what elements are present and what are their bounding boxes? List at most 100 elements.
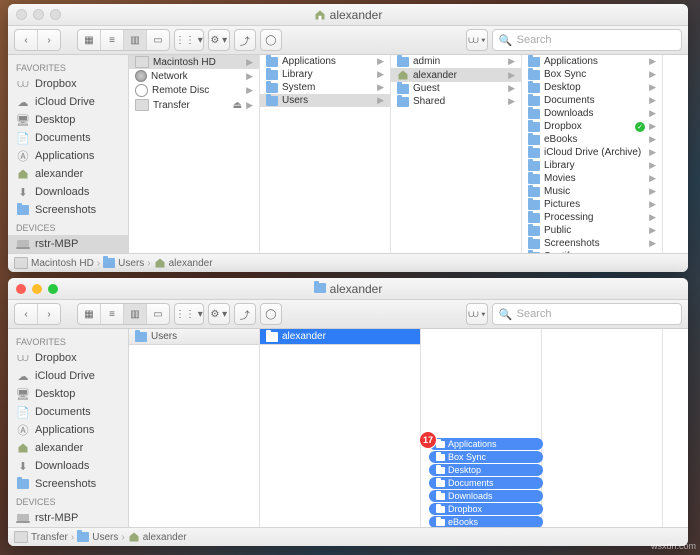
folder-icon — [528, 174, 540, 184]
folder-icon — [17, 205, 29, 215]
sidebar-item[interactable]: ⩊Dropbox — [8, 75, 128, 93]
column-item[interactable]: Library▶ — [260, 68, 390, 81]
path-segment[interactable]: Transfer — [14, 531, 68, 543]
search-field[interactable]: 🔍 Search — [492, 29, 682, 51]
applications-icon: Ⓐ — [18, 148, 29, 164]
search-field[interactable]: 🔍 Search — [492, 303, 682, 325]
sidebar-item[interactable]: ☁iCloud Drive — [8, 93, 128, 111]
sidebar-item[interactable]: 📄Documents — [8, 129, 128, 147]
column-item[interactable]: Network▶ — [129, 69, 259, 83]
gallery-view-button[interactable]: ▭ — [147, 30, 169, 50]
globe-icon — [135, 70, 147, 82]
icon-view-button[interactable]: ▦ — [78, 304, 101, 324]
sidebar-item-label: iCloud Drive — [35, 96, 95, 108]
column-item[interactable]: eBooks▶ — [522, 133, 662, 146]
mac-icon — [16, 239, 30, 249]
titlebar[interactable]: alexander — [8, 278, 688, 300]
path-segment[interactable]: Users — [77, 532, 118, 543]
column-item[interactable]: Screenshots▶ — [522, 237, 662, 250]
sidebar-item[interactable]: ⒶApplications — [8, 421, 128, 439]
sidebar-item[interactable]: ⩊Dropbox — [8, 349, 128, 367]
column-view-button[interactable]: ▥ — [124, 30, 147, 50]
column-item[interactable]: Pictures▶ — [522, 198, 662, 211]
dropbox-button[interactable]: ⩊ ▾ — [466, 29, 488, 51]
chevron-right-icon: ▶ — [649, 82, 656, 93]
item-label: Movies — [544, 173, 645, 184]
sidebar-item[interactable]: Screenshots — [8, 201, 128, 219]
drag-stack[interactable]: 17 ApplicationsBox SyncDesktopDocumentsD… — [429, 437, 543, 527]
folder-icon — [266, 70, 278, 80]
action-button[interactable]: ⚙ ▾ — [208, 303, 230, 325]
column-header[interactable]: alexander — [260, 329, 420, 345]
window-body: Favorites⩊Dropbox☁iCloud Drive🖥Desktop📄D… — [8, 329, 688, 527]
item-label: Guest — [413, 83, 504, 94]
tags-button[interactable]: ◯ — [260, 303, 282, 325]
action-button[interactable]: ⚙ ▾ — [208, 29, 230, 51]
home-icon — [17, 442, 29, 454]
dropbox-icon: ⩊ — [17, 352, 28, 365]
column-item[interactable]: Processing▶ — [522, 211, 662, 224]
chevron-right-icon: ▶ — [649, 173, 656, 184]
column-item[interactable]: Guest▶ — [391, 82, 521, 95]
sidebar-item[interactable]: Screenshots — [8, 475, 128, 493]
path-segment[interactable]: Users — [103, 258, 144, 269]
column-item[interactable]: Movies ▶ — [522, 172, 662, 185]
back-button[interactable]: ‹ — [15, 304, 38, 324]
forward-button[interactable]: › — [38, 304, 60, 324]
column-item[interactable]: Downloads▶ — [522, 107, 662, 120]
icon-view-button[interactable]: ▦ — [78, 30, 101, 50]
column-item[interactable]: alexander▶ — [391, 68, 521, 82]
column-item[interactable]: Documents▶ — [522, 94, 662, 107]
back-button[interactable]: ‹ — [15, 30, 38, 50]
titlebar[interactable]: alexander — [8, 4, 688, 26]
forward-button[interactable]: › — [38, 30, 60, 50]
sidebar-item[interactable]: 📄Documents — [8, 403, 128, 421]
sidebar-item[interactable]: ⒶApplications — [8, 147, 128, 165]
column-item[interactable]: System▶ — [260, 81, 390, 94]
column-item[interactable]: Desktop▶ — [522, 81, 662, 94]
path-segment[interactable]: alexander — [154, 257, 213, 269]
list-view-button[interactable]: ≡ — [101, 304, 124, 324]
column-item[interactable]: admin▶ — [391, 55, 521, 68]
column-item[interactable]: Music▶ — [522, 185, 662, 198]
arrange-button[interactable]: ⋮⋮ ▾ — [174, 29, 204, 51]
sidebar-item[interactable]: ⬇Downloads — [8, 457, 128, 475]
tags-button[interactable]: ◯ — [260, 29, 282, 51]
column-item[interactable]: Dropbox✓▶ — [522, 120, 662, 133]
column-view-button[interactable]: ▥ — [124, 304, 147, 324]
sidebar-item[interactable]: rstr-MBP — [8, 235, 128, 253]
arrange-button[interactable]: ⋮⋮ ▾ — [174, 303, 204, 325]
column-item[interactable]: Public▶ — [522, 224, 662, 237]
drag-item: Downloads — [429, 490, 543, 502]
path-segment[interactable]: alexander — [128, 531, 187, 543]
sidebar-item[interactable]: rstr-MBP — [8, 509, 128, 527]
column-item[interactable]: Transfer⏏▶ — [129, 98, 259, 112]
column-item[interactable]: iCloud Drive (Archive)▶ — [522, 146, 662, 159]
sidebar-item[interactable]: 🖥Desktop — [8, 111, 128, 129]
item-label: admin — [413, 56, 504, 67]
list-view-button[interactable]: ≡ — [101, 30, 124, 50]
column-item[interactable]: Macintosh HD▶ — [129, 55, 259, 69]
sidebar-item[interactable]: 🖥Desktop — [8, 385, 128, 403]
share-button[interactable]: ⤴ — [234, 29, 256, 51]
eject-icon[interactable]: ⏏ — [233, 100, 242, 111]
column-item[interactable]: Remote Disc▶ — [129, 83, 259, 98]
hd-icon — [135, 99, 149, 111]
chevron-right-icon: ▶ — [377, 69, 384, 80]
sidebar-item[interactable]: ⬇Downloads — [8, 183, 128, 201]
column-item[interactable]: Box Sync▶ — [522, 68, 662, 81]
column-item[interactable]: Applications▶ — [260, 55, 390, 68]
gallery-view-button[interactable]: ▭ — [147, 304, 169, 324]
column-header[interactable]: Users — [129, 329, 259, 345]
share-button[interactable]: ⤴ — [234, 303, 256, 325]
column-item[interactable]: Shared▶ — [391, 95, 521, 108]
sidebar-item[interactable]: alexander — [8, 165, 128, 183]
hd-icon — [14, 531, 28, 543]
column-item[interactable]: Applications▶ — [522, 55, 662, 68]
path-segment[interactable]: Macintosh HD — [14, 257, 94, 269]
column-item[interactable]: Users▶ — [260, 94, 390, 107]
sidebar-item[interactable]: alexander — [8, 439, 128, 457]
dropbox-button[interactable]: ⩊ ▾ — [466, 303, 488, 325]
sidebar-item[interactable]: ☁iCloud Drive — [8, 367, 128, 385]
column-item[interactable]: Library▶ — [522, 159, 662, 172]
